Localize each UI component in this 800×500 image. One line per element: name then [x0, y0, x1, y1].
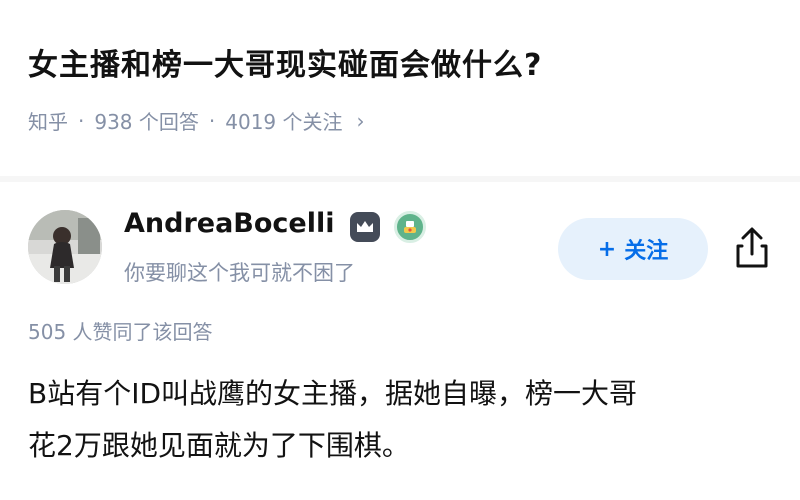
- answer-line: B站有个ID叫战鹰的女主播，据她自曝，榜一大哥: [28, 377, 638, 410]
- author-name[interactable]: AndreaBocelli: [124, 208, 335, 239]
- follow-button-label: 关注: [624, 239, 669, 264]
- question-meta[interactable]: 知乎 · 938 个回答 · 4019 个关注 ›: [28, 106, 365, 135]
- followers-count: 4019 个关注: [225, 110, 343, 134]
- avatar[interactable]: [28, 210, 102, 284]
- answer-content[interactable]: B站有个ID叫战鹰的女主播，据她自曝，榜一大哥 花2万跟她见面就为了下围棋。: [28, 368, 788, 472]
- question-title[interactable]: 女主播和榜一大哥现实碰面会做什么?: [28, 40, 542, 84]
- follow-button[interactable]: + 关注: [558, 218, 708, 280]
- source-label: 知乎: [28, 110, 68, 134]
- crown-badge-icon[interactable]: [350, 212, 380, 242]
- achievement-badge-icon[interactable]: [394, 211, 426, 243]
- question-header: 女主播和榜一大哥现实碰面会做什么? 知乎 · 938 个回答 · 4019 个关…: [0, 0, 800, 176]
- upvote-count: 505 人赞同了该回答: [28, 320, 213, 344]
- meta-separator: ·: [208, 108, 216, 133]
- section-divider: [0, 176, 800, 182]
- share-icon[interactable]: [732, 226, 772, 270]
- meta-separator: ·: [78, 108, 85, 133]
- plus-icon: +: [597, 236, 617, 262]
- answer-line: 花2万跟她见面就为了下围棋。: [28, 429, 410, 462]
- author-bio: 你要聊这个我可就不困了: [124, 261, 355, 285]
- answers-count: 938 个回答: [94, 110, 199, 134]
- chevron-right-icon: ›: [356, 108, 365, 133]
